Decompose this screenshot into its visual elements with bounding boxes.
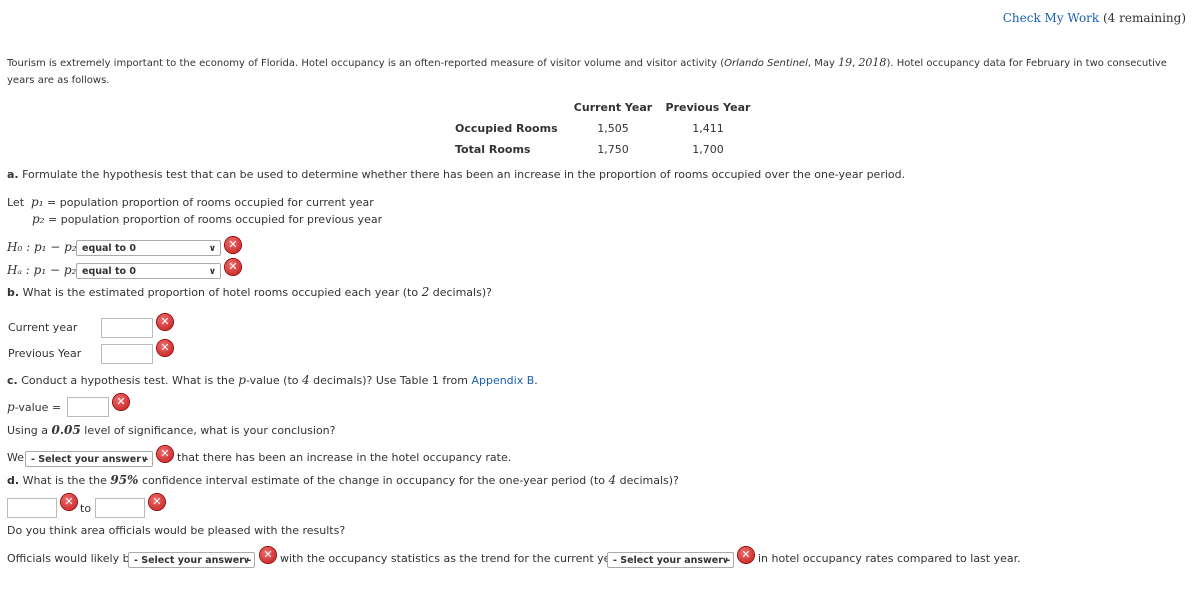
error-x-icon: ✕	[61, 494, 77, 510]
col-header-previous: Previous Year	[665, 101, 751, 114]
chevron-down-icon: ∨	[208, 267, 216, 277]
pleased-question: Do you think area officials would be ple…	[7, 524, 346, 537]
error-x-icon: ✕	[260, 547, 276, 563]
cell: 1,411	[692, 122, 724, 135]
part-c-question: c. Conduct a hypothesis test. What is th…	[7, 373, 538, 387]
previous-year-label: Previous Year	[8, 347, 82, 360]
current-year-label: Current year	[8, 321, 78, 334]
col-header-current: Current Year	[573, 101, 653, 114]
check-my-work-label[interactable]: Check My Work	[1003, 11, 1099, 25]
error-x-icon: ✕	[738, 547, 754, 563]
to-label: to	[80, 502, 92, 515]
error-x-icon: ✕	[225, 259, 241, 275]
officials-select[interactable]: - Select your answer - ∨	[128, 552, 255, 568]
significance-question: Using a 0.05 level of significance, what…	[7, 423, 336, 437]
pvalue-input[interactable]	[67, 397, 109, 417]
ci-upper-input[interactable]	[95, 498, 145, 518]
cell: 1,750	[597, 143, 629, 156]
part-d-question: d. What is the the 95% confidence interv…	[7, 473, 679, 487]
ha-label: Hₐ : p₁ − p₂	[7, 263, 77, 277]
ha-select[interactable]: equal to 0 ∨	[76, 263, 221, 279]
error-x-icon: ✕	[157, 314, 173, 330]
end-text: in hotel occupancy rates compared to las…	[758, 552, 1021, 565]
error-x-icon: ✕	[157, 446, 173, 462]
chevron-down-icon: ∨	[721, 556, 729, 566]
intro-paragraph: Tourism is extremely important to the ec…	[7, 56, 1167, 86]
current-year-input[interactable]	[101, 318, 153, 338]
p1-definition: Let p₁ = population proportion of rooms …	[7, 195, 374, 209]
officials-label: Officials would likely be	[7, 552, 137, 565]
intro-line2: are as follows.	[37, 75, 110, 86]
part-a-question: a. Formulate the hypothesis test that ca…	[7, 168, 906, 181]
cell: 1,505	[597, 122, 629, 135]
h0-select[interactable]: equal to 0 ∨	[76, 240, 221, 256]
check-my-work-link[interactable]: Check My Work (4 remaining)	[1003, 11, 1186, 25]
error-x-icon: ✕	[225, 237, 241, 253]
remaining-count: (4 remaining)	[1103, 11, 1186, 25]
appendix-b-link[interactable]: Appendix B	[471, 374, 534, 387]
error-x-icon: ✕	[157, 340, 173, 356]
row-label: Total Rooms	[455, 143, 531, 156]
trend-select[interactable]: - Select your answer - ∨	[607, 552, 734, 568]
pvalue-label: p-value =	[7, 400, 62, 414]
ci-lower-input[interactable]	[7, 498, 57, 518]
we-label: We	[7, 451, 24, 464]
conclusion-rest: that there has been an increase in the h…	[177, 451, 512, 464]
chevron-down-icon: ∨	[140, 455, 148, 465]
chevron-down-icon: ∨	[242, 556, 250, 566]
p2-definition: p₂ = population proportion of rooms occu…	[32, 212, 383, 226]
mid-text: with the occupancy statistics as the tre…	[280, 552, 634, 565]
previous-year-input[interactable]	[101, 344, 153, 364]
row-label: Occupied Rooms	[455, 122, 558, 135]
conclusion-select[interactable]: - Select your answer - ∨	[25, 451, 153, 467]
part-b-question: b. What is the estimated proportion of h…	[7, 285, 492, 299]
error-x-icon: ✕	[113, 394, 129, 410]
error-x-icon: ✕	[149, 494, 165, 510]
chevron-down-icon: ∨	[208, 244, 216, 254]
cell: 1,700	[692, 143, 724, 156]
h0-label: H₀ : p₁ − p₂	[7, 240, 77, 254]
